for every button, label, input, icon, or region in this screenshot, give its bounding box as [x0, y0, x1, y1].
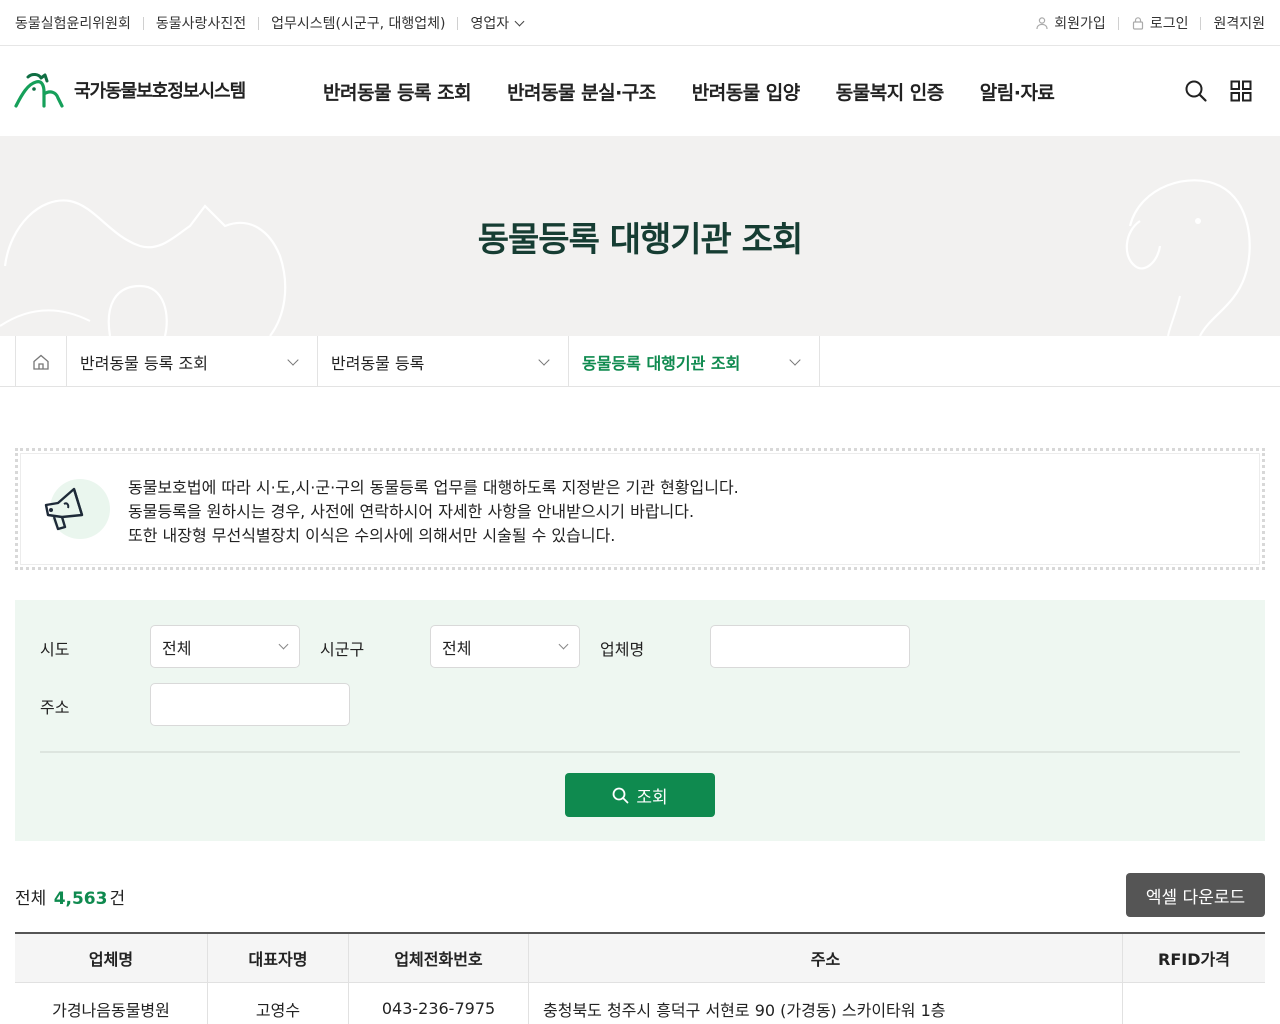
sido-select-value: 전체: [162, 638, 192, 658]
total-prefix: 전체: [15, 889, 47, 909]
nav-item-registration[interactable]: 반려동물 등록 조회: [323, 78, 472, 105]
divider: [40, 751, 1240, 753]
table-header-row: 업체명 대표자명 업체전화번호 주소 RFID가격: [15, 934, 1265, 983]
main-nav: 반려동물 등록 조회 반려동물 분실·구조 반려동물 입양 동물복지 인증 알림…: [323, 46, 1090, 136]
breadcrumb-home[interactable]: [15, 336, 67, 387]
logo-icon: [14, 73, 64, 108]
utility-bar: 동물실험윤리위원회 동물사랑사진전 업무시스템(시군구, 대행업체) 영업자 회…: [0, 0, 1280, 46]
login-label: 로그인: [1149, 16, 1189, 32]
page-banner: 동물등록 대행기관 조회: [0, 136, 1280, 336]
signup-label: 회원가입: [1054, 16, 1106, 32]
breadcrumb-level1[interactable]: 반려동물 등록 조회: [67, 336, 318, 387]
breadcrumb-level3-label: 동물등록 대행기관 조회: [582, 353, 741, 373]
home-icon: [33, 354, 49, 370]
logo-text: 국가동물보호정보시스템: [74, 81, 246, 102]
nav-item-lost-rescue[interactable]: 반려동물 분실·구조: [507, 78, 656, 105]
sido-select[interactable]: 전체: [150, 625, 300, 668]
header-tools: [1164, 78, 1254, 104]
sido-label: 시도: [40, 640, 70, 659]
site-header: 국가동물보호정보시스템 반려동물 등록 조회 반려동물 분실·구조 반려동물 입…: [0, 46, 1280, 136]
total-count: 4,563: [53, 889, 108, 909]
utility-link-business-label: 영업자: [470, 16, 510, 32]
sigungu-select-value: 전체: [442, 638, 472, 658]
utility-link-work-system[interactable]: 업무시스템(시군구, 대행업체): [271, 13, 445, 33]
cell-phone: 043-236-7975: [349, 983, 529, 1024]
notice-line: 동물등록을 원하시는 경우, 사전에 연락하시어 자세한 사항을 안내받으시기 …: [128, 502, 695, 521]
notice-text: 동물보호법에 따라 시·도,시·군·구의 동물등록 업무를 대행하도록 지정받은…: [128, 476, 739, 548]
remote-support-link[interactable]: 원격지원: [1213, 13, 1265, 33]
chevron-down-icon: [558, 639, 569, 650]
notice-line: 동물보호법에 따라 시·도,시·군·구의 동물등록 업무를 대행하도록 지정받은…: [128, 478, 739, 497]
cell-address: 충청북도 청주시 흥덕구 서현로 90 (가경동) 스카이타워 1층: [529, 983, 1123, 1024]
nav-item-welfare-cert[interactable]: 동물복지 인증: [836, 78, 945, 105]
cell-company: 가경나음동물병원: [15, 983, 208, 1024]
total-suffix: 건: [109, 889, 126, 909]
cell-representative: 고영수: [208, 983, 349, 1024]
excel-download-button[interactable]: 엑셀 다운로드: [1126, 873, 1265, 917]
breadcrumb-level3[interactable]: 동물등록 대행기관 조회: [569, 336, 820, 387]
sigungu-select[interactable]: 전체: [430, 625, 580, 668]
table-row[interactable]: 가경나음동물병원 고영수 043-236-7975 충청북도 청주시 흥덕구 서…: [15, 983, 1265, 1024]
signup-link[interactable]: 회원가입: [1035, 13, 1106, 33]
chevron-down-icon: [514, 16, 525, 26]
utility-link-photo-contest[interactable]: 동물사랑사진전: [156, 13, 246, 33]
utility-account: 회원가입 로그인 원격지원: [1035, 0, 1265, 46]
utility-link-ethics[interactable]: 동물실험윤리위원회: [15, 13, 131, 33]
chevron-down-icon: [278, 639, 289, 650]
divider: [142, 16, 144, 30]
grid-menu-icon: [1230, 80, 1252, 102]
lock-icon: [1132, 17, 1143, 30]
nav-item-adoption[interactable]: 반려동물 입양: [692, 78, 801, 105]
company-label: 업체명: [600, 640, 645, 659]
column-header-representative: 대표자명: [208, 934, 349, 983]
breadcrumb: 반려동물 등록 조회 반려동물 등록 동물등록 대행기관 조회: [0, 336, 1280, 387]
notice-box: 동물보호법에 따라 시·도,시·군·구의 동물등록 업무를 대행하도록 지정받은…: [15, 448, 1265, 570]
nav-item-notice[interactable]: 알림·자료: [980, 78, 1055, 105]
result-total: 전체 4,563 건: [15, 884, 125, 909]
agency-table: 업체명 대표자명 업체전화번호 주소 RFID가격 가경나음동물병원 고영수 0…: [15, 932, 1265, 1024]
sigungu-label: 시군구: [320, 640, 365, 659]
megaphone-icon: [44, 479, 110, 539]
search-button[interactable]: [1183, 78, 1209, 104]
cell-rfid-price: [1123, 983, 1265, 1024]
breadcrumb-level2-label: 반려동물 등록: [331, 353, 425, 373]
company-input[interactable]: [710, 625, 910, 668]
search-submit-button[interactable]: 조회: [565, 773, 715, 817]
divider: [1200, 16, 1202, 30]
user-icon: [1036, 17, 1048, 30]
address-label: 주소: [40, 698, 70, 717]
column-header-phone: 업체전화번호: [349, 934, 529, 983]
notice-line: 또한 내장형 무선식별장치 이식은 수의사에 의해서만 시술될 수 있습니다.: [128, 526, 616, 545]
divider: [457, 16, 459, 30]
chevron-down-icon: [287, 354, 299, 366]
address-input[interactable]: [150, 683, 350, 726]
utility-links: 동물실험윤리위원회 동물사랑사진전 업무시스템(시군구, 대행업체) 영업자: [15, 0, 525, 46]
utility-link-business-dropdown[interactable]: 영업자: [470, 13, 525, 33]
search-icon: [1185, 80, 1207, 102]
column-header-address: 주소: [529, 934, 1123, 983]
search-submit-label: 조회: [636, 787, 668, 808]
sitemap-button[interactable]: [1228, 78, 1254, 104]
login-link[interactable]: 로그인: [1131, 13, 1189, 33]
search-icon: [612, 787, 629, 803]
column-header-company: 업체명: [15, 934, 208, 983]
search-panel: 시도 전체 시군구 전체 업체명 주소 조회: [15, 600, 1265, 841]
divider: [1117, 16, 1119, 30]
divider: [258, 16, 260, 30]
column-header-rfid-price: RFID가격: [1123, 934, 1265, 983]
page-title: 동물등록 대행기관 조회: [477, 220, 803, 260]
site-logo[interactable]: 국가동물보호정보시스템: [14, 72, 246, 108]
chevron-down-icon: [789, 354, 801, 366]
breadcrumb-level1-label: 반려동물 등록 조회: [80, 353, 208, 373]
breadcrumb-level2[interactable]: 반려동물 등록: [318, 336, 569, 387]
chevron-down-icon: [538, 354, 550, 366]
